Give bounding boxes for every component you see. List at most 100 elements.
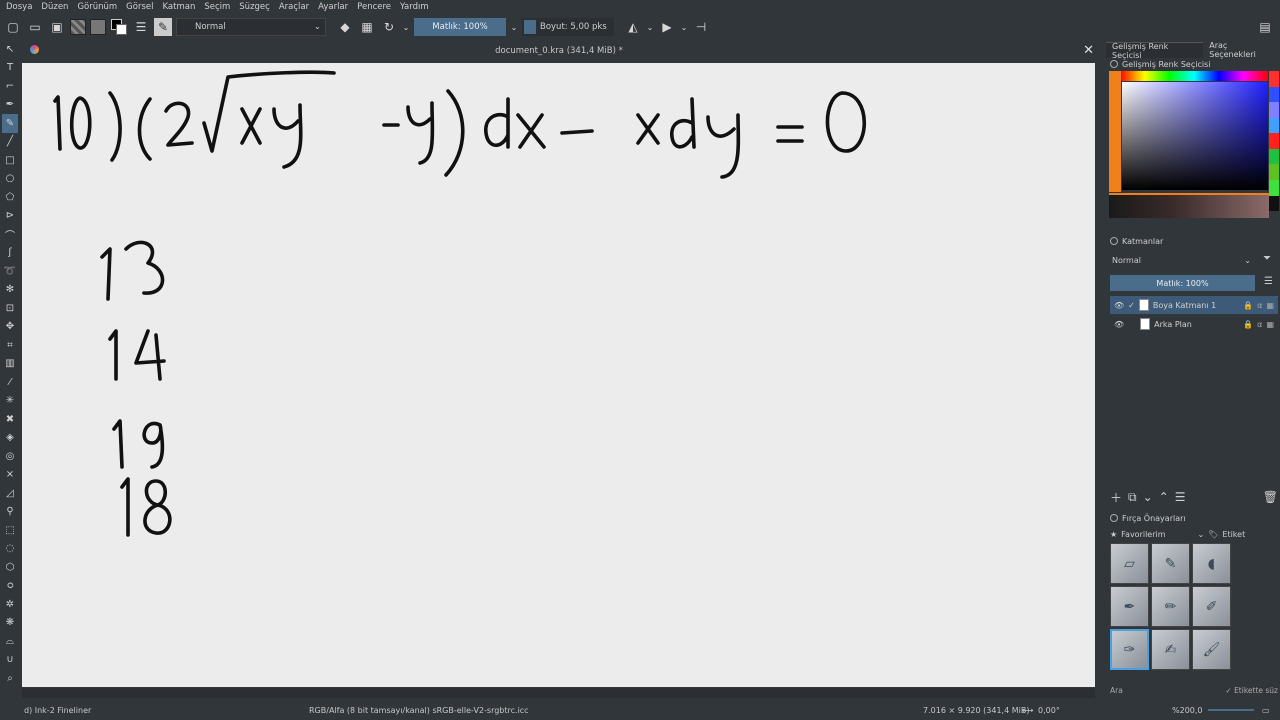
layer-name[interactable]: Arka Plan: [1154, 320, 1192, 329]
filter-tag-checkbox[interactable]: ✓ Etikette süz: [1225, 686, 1278, 695]
menu-araclar[interactable]: Araçlar: [279, 2, 309, 12]
layer-row[interactable]: 👁 Arka Plan 🔒 α ▦: [1110, 315, 1278, 333]
edit-shapes-icon[interactable]: ⌐: [2, 77, 18, 96]
magnetic-select-icon[interactable]: ∪: [2, 651, 18, 670]
chevron-down-icon[interactable]: ⌄: [402, 18, 410, 36]
status-rotation[interactable]: 0,00°: [1038, 706, 1060, 715]
text-tool-icon[interactable]: T: [2, 59, 18, 78]
menu-katman[interactable]: Katman: [162, 2, 195, 12]
zoom-slider[interactable]: [1208, 709, 1254, 711]
gradient-swatch[interactable]: [70, 19, 86, 35]
fill-tool-icon[interactable]: ◈: [2, 429, 18, 448]
panel-settings-icon[interactable]: [1110, 514, 1118, 522]
smart-patch-icon[interactable]: ✖: [2, 410, 18, 429]
menu-dosya[interactable]: Dosya: [6, 2, 32, 12]
color-history[interactable]: [1269, 71, 1279, 212]
brush-settings-icon[interactable]: ☰: [132, 18, 150, 36]
mirror-horizontal-icon[interactable]: ◭: [624, 18, 642, 36]
transform-tool-icon[interactable]: ⊡: [2, 299, 18, 318]
canvas-only-icon[interactable]: ▭: [1262, 706, 1270, 715]
tag-icon[interactable]: 🏷: [1208, 530, 1218, 539]
new-document-icon[interactable]: ▢: [4, 18, 22, 36]
panel-settings-icon[interactable]: [1110, 237, 1118, 245]
eraser-icon[interactable]: ◆: [336, 18, 354, 36]
status-zoom[interactable]: %200,0: [1172, 706, 1203, 715]
layer-row[interactable]: 👁 ✓ Boya Katmanı 1 🔒 α ▦: [1110, 296, 1278, 314]
layer-opacity-slider[interactable]: Matlık: 100%: [1110, 275, 1255, 291]
inherit-alpha-icon[interactable]: ▦: [1266, 301, 1274, 310]
layer-blend-select[interactable]: Normal ⌄: [1110, 253, 1255, 267]
ellipse-select-icon[interactable]: ◌: [2, 540, 18, 559]
chevron-down-icon[interactable]: ⌄: [1198, 530, 1205, 539]
menu-gorsel[interactable]: Görsel: [126, 2, 153, 12]
move-tool-icon[interactable]: ✥: [2, 318, 18, 337]
menu-yardim[interactable]: Yardım: [400, 2, 429, 12]
delete-layer-icon[interactable]: 🗑: [1263, 490, 1278, 504]
add-layer-icon[interactable]: ＋: [1110, 489, 1122, 506]
size-slider[interactable]: Boyut: 5,00 pks: [522, 18, 614, 36]
similar-select-icon[interactable]: ❋: [2, 614, 18, 633]
brush-ink-pen[interactable]: ✒: [1110, 586, 1149, 627]
blend-mode-select[interactable]: Normal ⌄: [176, 18, 326, 36]
polygon-select-icon[interactable]: ⬡: [2, 558, 18, 577]
brush-eraser[interactable]: ▱: [1110, 543, 1149, 584]
assistant-tool-icon[interactable]: ⨯: [2, 466, 18, 485]
layer-properties-icon[interactable]: ☰: [1175, 490, 1186, 504]
alpha-lock-icon[interactable]: ▦: [358, 18, 376, 36]
window-layout-icon[interactable]: ▤: [1256, 18, 1274, 36]
move-up-icon[interactable]: ⌃: [1159, 490, 1169, 504]
freehand-path-icon[interactable]: ʃ: [2, 244, 18, 263]
visibility-eye-icon[interactable]: 👁: [1114, 320, 1124, 329]
menu-pencere[interactable]: Pencere: [357, 2, 391, 12]
enclose-fill-icon[interactable]: ◎: [2, 447, 18, 466]
fg-bg-color-icon[interactable]: [110, 18, 128, 36]
lock-icon[interactable]: 🔒: [1243, 301, 1253, 310]
brush-soft-eraser[interactable]: ◖: [1192, 543, 1231, 584]
polygon-tool-icon[interactable]: ⬠: [2, 188, 18, 207]
inherit-alpha-icon[interactable]: ▦: [1266, 320, 1274, 329]
chevron-down-icon[interactable]: ⌄: [510, 18, 518, 36]
brush-pencil[interactable]: ✏: [1151, 586, 1190, 627]
color-picker-icon[interactable]: ⁄: [2, 373, 18, 392]
drawing-canvas[interactable]: [22, 63, 1095, 687]
foreground-color-strip[interactable]: [1109, 71, 1121, 192]
duplicate-layer-icon[interactable]: ⧉: [1128, 490, 1137, 505]
multibrush-icon[interactable]: ✻: [2, 281, 18, 300]
zoom-tool-icon[interactable]: ⌕: [2, 669, 18, 688]
bezier-tool-icon[interactable]: ⌒: [2, 225, 18, 244]
dynamic-brush-icon[interactable]: ➰: [2, 262, 18, 281]
freehand-brush-icon[interactable]: ✎: [2, 114, 18, 133]
layer-name[interactable]: Boya Katmanı 1: [1153, 301, 1216, 310]
ellipse-tool-icon[interactable]: ○: [2, 170, 18, 189]
alpha-icon[interactable]: α: [1257, 301, 1262, 310]
bezier-select-icon[interactable]: ⌓: [2, 632, 18, 651]
contiguous-select-icon[interactable]: ✲: [2, 595, 18, 614]
brush-search-input[interactable]: Ara: [1110, 686, 1123, 695]
chevron-down-icon[interactable]: ⌄: [680, 18, 688, 36]
open-folder-icon[interactable]: ▭: [26, 18, 44, 36]
lock-icon[interactable]: 🔒: [1243, 320, 1253, 329]
menu-icon[interactable]: ☰: [1264, 276, 1273, 287]
close-icon[interactable]: ✕: [1083, 43, 1094, 58]
menu-suzgec[interactable]: Süzgeç: [239, 2, 270, 12]
menu-ayarlar[interactable]: Ayarlar: [318, 2, 348, 12]
polyline-tool-icon[interactable]: ⊳: [2, 207, 18, 226]
menu-duzen[interactable]: Düzen: [41, 2, 68, 12]
reference-tool-icon[interactable]: ⚲: [2, 503, 18, 522]
gradient-tool-icon[interactable]: ▥: [2, 355, 18, 374]
alpha-icon[interactable]: α: [1257, 320, 1262, 329]
visibility-eye-icon[interactable]: 👁: [1114, 301, 1124, 310]
favorites-select[interactable]: Favorilerim: [1121, 530, 1165, 539]
brush-airbrush[interactable]: ✍: [1151, 629, 1190, 670]
freehand-select-icon[interactable]: ഠ: [2, 577, 18, 596]
brush-preset-icon[interactable]: ✎: [154, 18, 172, 36]
horizontal-scrollbar[interactable]: [22, 688, 1095, 698]
menu-gorunum[interactable]: Görünüm: [77, 2, 117, 12]
measure-tool-icon[interactable]: ◿: [2, 484, 18, 503]
hue-slider[interactable]: [1120, 71, 1268, 81]
brush-paint[interactable]: 🖌: [1192, 629, 1231, 670]
mirror-vertical-icon[interactable]: ▶: [658, 18, 676, 36]
brush-sketch[interactable]: ✐: [1192, 586, 1231, 627]
crop-tool-icon[interactable]: ⌗: [2, 336, 18, 355]
move-down-icon[interactable]: ⌄: [1143, 490, 1153, 504]
